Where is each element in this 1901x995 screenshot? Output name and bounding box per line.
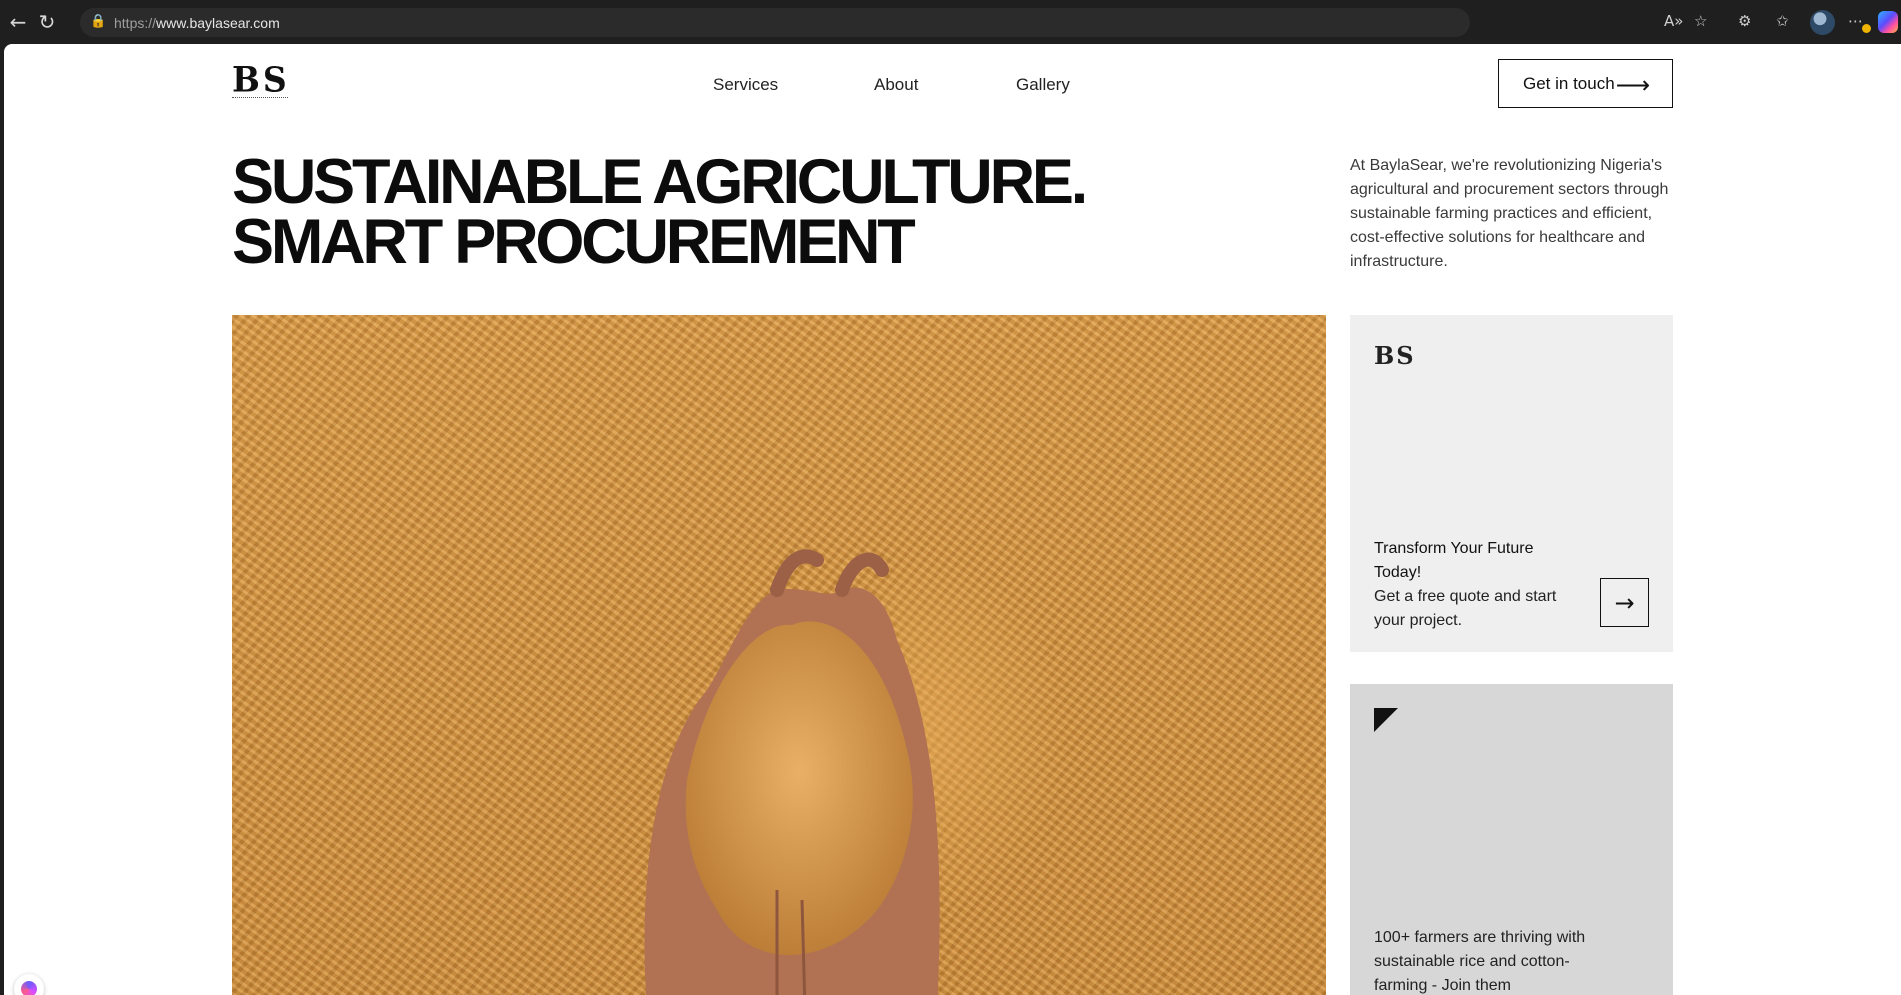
corner-triangle-icon <box>1374 708 1398 732</box>
farmers-card: 100+ farmers are thriving with sustainab… <box>1350 684 1673 995</box>
url-host: www.baylasear.com <box>156 14 280 31</box>
more-icon[interactable]: ⋯ <box>1848 12 1863 30</box>
assistant-icon <box>21 981 37 995</box>
favorite-icon[interactable]: ☆ <box>1694 12 1707 30</box>
get-in-touch-button[interactable]: Get in touch ⟶ <box>1498 59 1673 108</box>
hero-title: SUSTAINABLE AGRICULTURE. SMART PROCUREME… <box>232 147 1088 277</box>
web-page: BS Services About Gallery Get in touch ⟶… <box>4 44 1901 995</box>
copilot-icon[interactable] <box>1878 11 1898 33</box>
logo-text: BS <box>232 59 290 100</box>
reload-icon[interactable]: ↻ <box>35 10 59 34</box>
notification-badge <box>1862 24 1871 33</box>
nav-about[interactable]: About <box>874 75 918 95</box>
get-in-touch-label: Get in touch <box>1523 73 1615 93</box>
hero-title-line1: SUSTAINABLE AGRICULTURE. <box>232 147 1088 217</box>
hero-image <box>232 315 1326 995</box>
arrow-right-icon: → <box>1614 588 1635 617</box>
address-bar[interactable]: 🔒 https://www.baylasear.com <box>80 8 1470 37</box>
hero-title-line2: SMART PROCUREMENT <box>232 207 916 277</box>
hero-intro: At BaylaSear, we're revolutionizing Nige… <box>1350 157 1669 270</box>
quote-card-subtitle: Get a free quote and start your project. <box>1374 588 1557 629</box>
nav-gallery[interactable]: Gallery <box>1016 75 1070 95</box>
farmers-card-text: 100+ farmers are thriving with sustainab… <box>1374 929 1586 994</box>
hands-with-grain-illustration <box>644 549 940 995</box>
read-aloud-icon[interactable]: A» <box>1664 12 1683 30</box>
browser-toolbar: ← ↻ 🔒 https://www.baylasear.com A» ☆ ⚙ ✩… <box>0 0 1901 44</box>
card-logo: BS <box>1374 341 1416 370</box>
url-scheme: https:// <box>114 14 157 31</box>
site-logo[interactable]: BS <box>232 59 290 103</box>
extensions-icon[interactable]: ⚙ <box>1738 12 1751 30</box>
lock-icon[interactable]: 🔒 <box>90 14 106 30</box>
arrow-right-icon: ⟶ <box>1615 71 1650 99</box>
quote-arrow-button[interactable]: → <box>1600 578 1649 627</box>
logo-underline <box>232 97 288 99</box>
profile-avatar[interactable] <box>1810 10 1835 35</box>
quote-card: BS Transform Your Future Today! Get a fr… <box>1350 315 1673 652</box>
quote-card-title: Transform Your Future Today! <box>1374 540 1534 581</box>
back-icon[interactable]: ← <box>6 10 30 34</box>
floating-assistant-button[interactable] <box>14 974 44 995</box>
nav-services[interactable]: Services <box>713 75 778 95</box>
favorites-icon[interactable]: ✩ <box>1776 12 1789 30</box>
